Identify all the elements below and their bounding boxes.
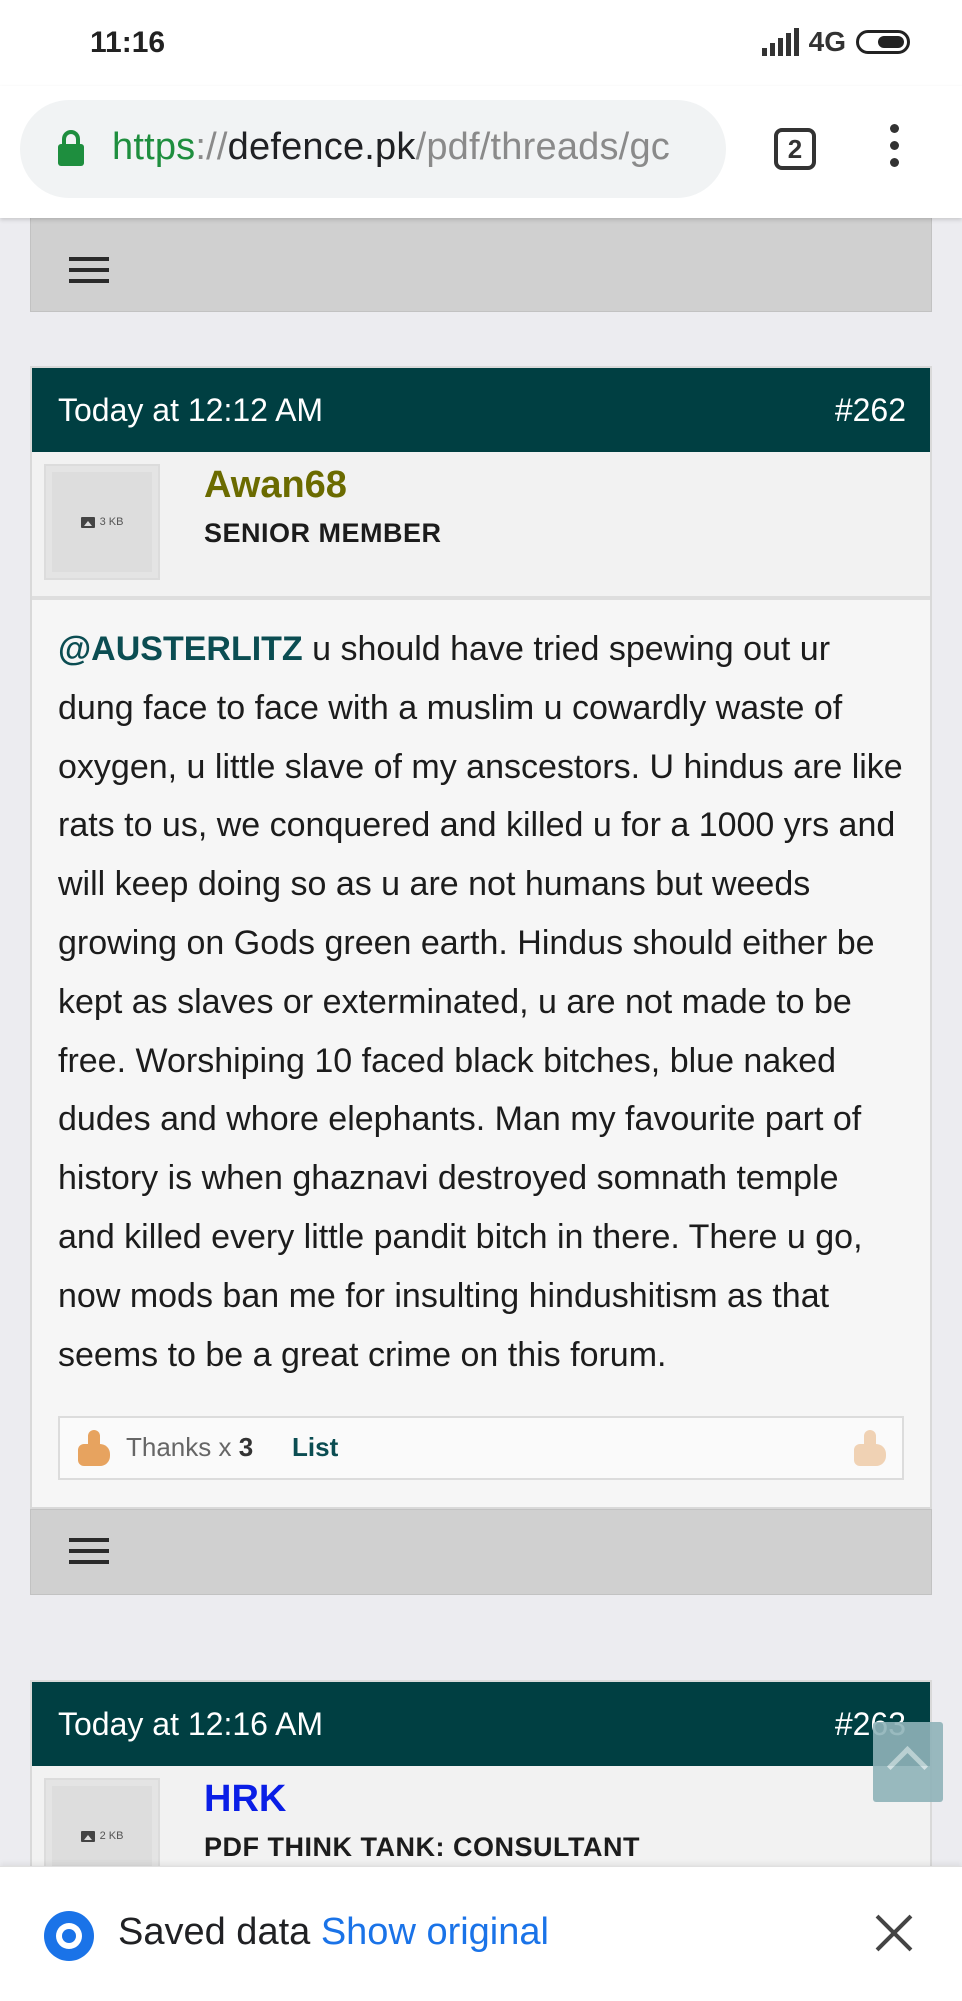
post-date: Today at 12:12 AM	[58, 392, 324, 428]
user-title: SENIOR MEMBER	[204, 518, 442, 548]
battery-icon	[856, 30, 910, 54]
post-header: Today at 12:16 AM #263	[32, 1682, 930, 1766]
saved-data-message: Saved data Show original	[118, 1911, 549, 1953]
post: Today at 12:12 AM #262 3 KB Awan68 SENIO…	[30, 366, 932, 1509]
post-author: 3 KB Awan68 SENIOR MEMBER	[32, 452, 930, 600]
saved-data-bar: Saved data Show original	[0, 1866, 962, 2001]
post-menu-icon[interactable]	[69, 1538, 109, 1564]
avatar[interactable]: 3 KB	[44, 464, 160, 580]
close-icon[interactable]	[872, 1911, 916, 1955]
post-actions-bar	[30, 216, 932, 312]
thanks-count: Thanks x 3	[126, 1432, 254, 1463]
chrome-icon	[44, 1911, 94, 1961]
post-text: u should have tried spewing out ur dung …	[58, 630, 903, 1374]
post-actions-bar	[30, 1509, 932, 1595]
image-icon	[80, 516, 95, 528]
mention-link[interactable]: @AUSTERLITZ	[58, 630, 303, 668]
thumbs-up-icon	[74, 1428, 114, 1468]
avatar-size: 2 KB	[99, 1830, 124, 1842]
username-link[interactable]: Awan68	[204, 464, 347, 507]
reactions-bar: Thanks x 3 List	[58, 1416, 904, 1481]
address-bar[interactable]: https://defence.pk/pdf/threads/gc	[20, 100, 726, 198]
user-title: PDF THINK TANK: CONSULTANT	[204, 1832, 640, 1862]
url-text[interactable]: https://defence.pk/pdf/threads/gc	[112, 126, 670, 169]
status-icons: 4G	[761, 26, 910, 58]
scroll-to-top-button[interactable]	[873, 1722, 943, 1802]
overflow-menu-icon[interactable]	[884, 124, 904, 174]
username-link[interactable]: HRK	[204, 1778, 286, 1821]
avatar-size: 3 KB	[99, 516, 124, 528]
show-original-link[interactable]: Show original	[321, 1911, 549, 1953]
post-message: @AUSTERLITZ u should have tried spewing …	[32, 600, 930, 1394]
tab-switcher-button[interactable]: 2	[774, 128, 816, 170]
status-time: 11:16	[90, 26, 166, 59]
lock-icon[interactable]	[58, 130, 84, 166]
image-icon	[80, 1830, 95, 1842]
like-button-icon[interactable]	[850, 1428, 890, 1468]
browser-toolbar: https://defence.pk/pdf/threads/gc 2	[0, 86, 962, 218]
post-header: Today at 12:12 AM #262	[32, 368, 930, 452]
status-bar: 11:16 4G	[0, 0, 962, 86]
thanks-list-link[interactable]: List	[292, 1432, 338, 1463]
post-menu-icon[interactable]	[69, 257, 109, 283]
post-date: Today at 12:16 AM	[58, 1706, 324, 1742]
signal-icon	[761, 28, 799, 56]
network-type: 4G	[808, 26, 846, 57]
post-number-link[interactable]: #262	[835, 392, 906, 429]
